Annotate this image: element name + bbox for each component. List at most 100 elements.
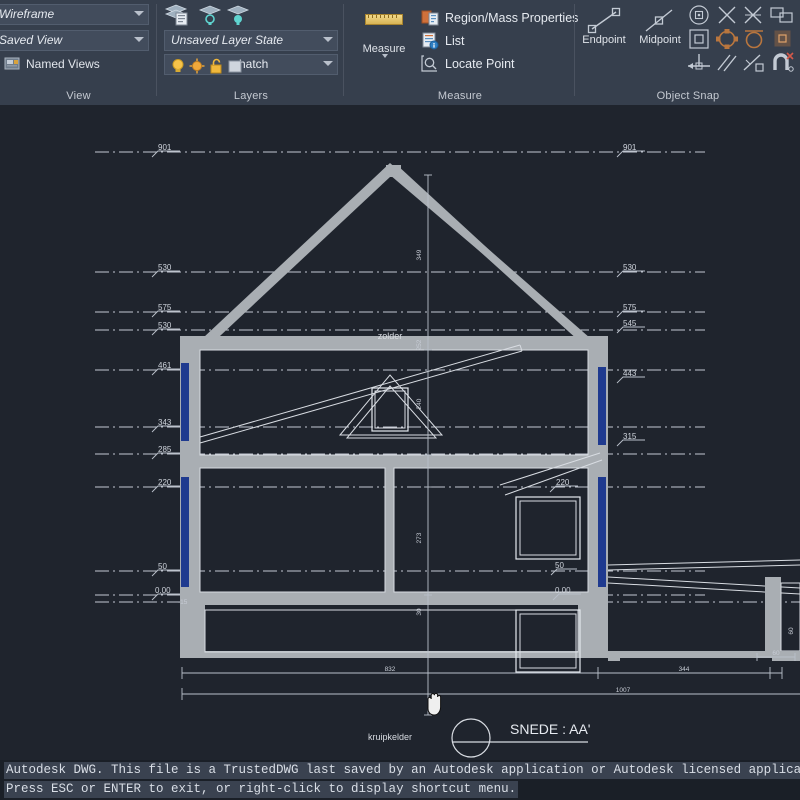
osnap-endpoint-label: Endpoint — [582, 34, 626, 46]
level-value: 0.00 — [555, 586, 571, 595]
command-line-area[interactable]: Autodesk DWG. This file is a TrustedDWG … — [0, 760, 800, 800]
attic-dormer-gable — [338, 374, 444, 436]
section-drawing: .wall{fill:#a9aeb3;} .ins{fill:#1f3a8f;}… — [95, 143, 800, 758]
nearest-snap-icon[interactable] — [742, 52, 766, 74]
level-mark: 50 — [151, 562, 180, 577]
layer-color-swatch-icon[interactable] — [227, 58, 243, 74]
panel-title-osnap: Object Snap — [656, 90, 720, 102]
level-mark: 901 — [151, 143, 180, 158]
level-value: 343 — [158, 418, 172, 427]
center-snap-icon[interactable] — [688, 4, 710, 26]
panel-title-measure: Measure — [437, 90, 483, 102]
locate-point-label: Locate Point — [445, 57, 515, 71]
crawlspace-wall-right — [578, 605, 608, 657]
panel-divider — [343, 4, 344, 96]
layer-on-icon[interactable] — [226, 3, 250, 27]
parallel-snap-icon[interactable] — [716, 52, 738, 74]
room-label-zolder: zolder — [378, 331, 403, 341]
region-mass-properties-icon — [421, 10, 439, 26]
level-value: 50 — [555, 561, 564, 570]
perpendicular-snap-icon[interactable] — [686, 52, 712, 74]
attic-window — [371, 387, 409, 432]
layer-off-icon[interactable] — [198, 3, 222, 27]
osnap-midpoint-label: Midpoint — [639, 34, 681, 46]
list-icon — [422, 32, 439, 50]
level-value: 220 — [158, 478, 172, 487]
current-layer-value: hatch — [239, 57, 269, 71]
ground-floor-window-inner — [519, 613, 577, 669]
level-mark: 545 — [616, 319, 645, 334]
saved-view-combo[interactable]: Saved View — [0, 30, 149, 51]
ribbon-panel-object-snap: Endpoint Midpoint Object Snap — [576, 0, 800, 105]
bottom-dim-value: 344 — [679, 666, 690, 673]
level-mark: 343 — [151, 418, 180, 433]
visual-style-combo[interactable]: Wireframe — [0, 4, 149, 25]
chevron-down-icon[interactable] — [382, 54, 388, 58]
apparent-intersection-snap-icon[interactable] — [742, 4, 764, 26]
insertion-snap-icon[interactable] — [774, 30, 792, 48]
layer-state-combo[interactable]: Unsaved Layer State — [164, 30, 338, 51]
drawing-canvas[interactable]: .wall{fill:#a9aeb3;} .ins{fill:#1f3a8f;}… — [0, 105, 800, 800]
level-value: 545 — [623, 319, 637, 328]
layer-unlock-icon[interactable] — [208, 58, 224, 74]
bottom-dim-value: 832 — [385, 666, 396, 673]
extension-snap-icon[interactable] — [769, 4, 795, 26]
level-mark: 0.00 — [151, 586, 180, 601]
measure-button[interactable]: Measure — [353, 10, 415, 58]
chevron-down-icon[interactable] — [134, 11, 144, 16]
quadrant-snap-icon[interactable] — [715, 28, 739, 50]
interior-partition — [385, 468, 394, 592]
layer-freeze-sun-icon[interactable] — [189, 58, 205, 74]
ribbon-toolbar: Wireframe Saved View Named Views View Un… — [0, 0, 800, 105]
insulation-left-lower — [181, 477, 189, 587]
vertical-dim-value: 252 — [416, 339, 423, 350]
bottom-dim-value-small: 60 — [772, 650, 780, 657]
level-value: 575 — [623, 303, 637, 312]
chevron-down-icon[interactable] — [323, 37, 333, 42]
level-value: 285 — [158, 445, 172, 454]
visual-style-value: Wireframe — [0, 7, 55, 21]
level-mark: 530 — [151, 263, 180, 278]
command-line-row-2: Press ESC or ENTER to exit, or right-cli… — [4, 781, 519, 798]
layer-lightbulb-icon[interactable] — [170, 58, 186, 74]
level-mark: 285 — [151, 445, 180, 460]
room-label-kruipkelder: kruipkelder — [368, 732, 412, 742]
panel-divider — [574, 4, 575, 96]
level-value: 461 — [158, 361, 172, 370]
osnap-settings-magnet-icon[interactable] — [770, 50, 796, 74]
panel-divider — [156, 4, 157, 96]
vertical-dim-value: 349 — [416, 249, 423, 260]
ground-floor-window — [515, 609, 581, 673]
vertical-dim-value: 273 — [416, 532, 423, 543]
command-line-row-1: Autodesk DWG. This file is a TrustedDWG … — [4, 762, 800, 779]
ground-floor-slab — [180, 592, 608, 605]
chevron-down-icon[interactable] — [323, 61, 333, 66]
midpoint-icon[interactable] — [640, 6, 680, 34]
attic-window-inner — [374, 390, 406, 429]
endpoint-icon[interactable] — [586, 6, 626, 34]
level-value: 901 — [158, 143, 172, 152]
crawlspace-space — [204, 609, 579, 653]
level-mark: 530 — [151, 321, 180, 336]
section-title-block: SNEDE : AA' — [451, 718, 590, 758]
pan-hand-cursor — [427, 692, 442, 716]
level-value: 220 — [556, 478, 570, 487]
node-snap-icon[interactable] — [688, 28, 710, 50]
named-views-label: Named Views — [26, 57, 100, 71]
intersection-snap-icon[interactable] — [716, 4, 738, 26]
level-mark: 461 — [151, 361, 180, 376]
locate-point-icon — [421, 55, 437, 72]
layer-properties-icon[interactable] — [164, 3, 190, 27]
level-value: 575 — [158, 303, 172, 312]
bottom-dim-value-overall: 1007 — [616, 687, 631, 694]
chevron-down-icon[interactable] — [134, 37, 144, 42]
first-floor-room — [199, 349, 589, 456]
insulation-left-upper — [181, 363, 189, 441]
tangent-snap-icon[interactable] — [743, 28, 767, 50]
level-mark: 901 — [616, 143, 645, 158]
level-value: 315 — [623, 432, 637, 441]
level-value: 530 — [158, 321, 172, 330]
level-mark: 530 — [616, 263, 645, 278]
layer-state-value: Unsaved Layer State — [171, 33, 284, 47]
level-value: 901 — [623, 143, 637, 152]
